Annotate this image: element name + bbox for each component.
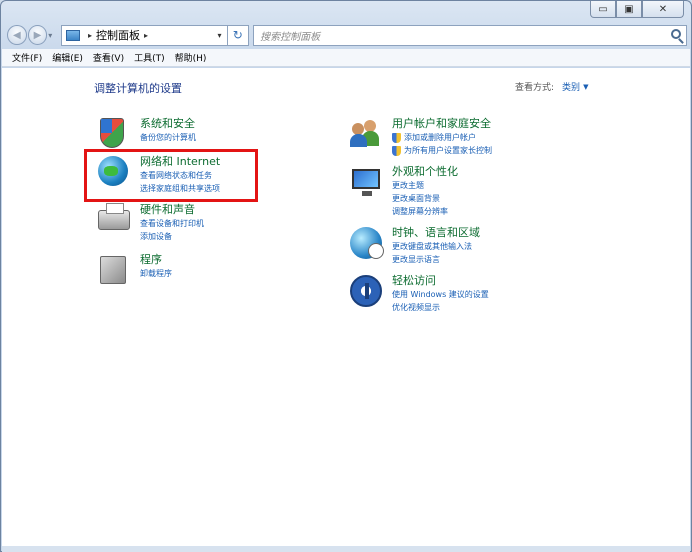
category-title[interactable]: 用户帐户和家庭安全 xyxy=(392,116,492,131)
close-button[interactable]: ✕ xyxy=(642,1,684,18)
maximize-button[interactable]: ▣ xyxy=(616,1,642,18)
recent-pages-dropdown[interactable]: ▾ xyxy=(48,31,58,40)
clock-globe-icon[interactable] xyxy=(348,225,384,261)
breadcrumb-control-panel[interactable]: 控制面板 xyxy=(96,27,140,43)
link-add-remove-accounts[interactable]: 添加或删除用户帐户 xyxy=(392,131,492,144)
link-recommended-settings[interactable]: 使用 Windows 建议的设置 xyxy=(392,288,489,301)
uac-shield-icon xyxy=(392,132,401,143)
view-by: 查看方式: 类别 ▼ xyxy=(515,80,588,94)
control-panel-icon xyxy=(66,29,81,41)
category-hardware-sound: 硬件和声音 查看设备和打印机 添加设备 xyxy=(96,202,204,243)
menu-tools[interactable]: 工具(T) xyxy=(134,51,165,64)
category-clock-language: 时钟、语言和区域 更改键盘或其他输入法 更改显示语言 xyxy=(348,225,480,266)
link-optimize-display[interactable]: 优化视频显示 xyxy=(392,301,489,314)
address-dropdown-icon[interactable]: ▾ xyxy=(218,31,222,40)
category-title[interactable]: 轻松访问 xyxy=(392,273,489,288)
users-icon[interactable] xyxy=(348,116,384,152)
menu-bar: 文件(F) 编辑(E) 查看(V) 工具(T) 帮助(H) xyxy=(2,49,690,67)
highlight-box xyxy=(84,149,258,202)
refresh-button[interactable]: ↻ xyxy=(227,24,250,46)
bottom-border xyxy=(2,546,690,552)
link-change-background[interactable]: 更改桌面背景 xyxy=(392,192,458,205)
category-title[interactable]: 系统和安全 xyxy=(140,116,196,131)
search-input[interactable]: 搜索控制面板 xyxy=(253,24,687,46)
link-uninstall[interactable]: 卸载程序 xyxy=(140,267,172,280)
link-text[interactable]: 添加或删除用户帐户 xyxy=(404,131,476,144)
category-title[interactable]: 硬件和声音 xyxy=(140,202,204,217)
monitor-icon[interactable] xyxy=(348,164,384,200)
view-by-dropdown[interactable]: 类别 xyxy=(562,80,580,93)
category-title[interactable]: 外观和个性化 xyxy=(392,164,458,179)
dropdown-arrow-icon[interactable]: ▼ xyxy=(583,83,588,91)
category-ease-of-access: 轻松访问 使用 Windows 建议的设置 优化视频显示 xyxy=(348,273,489,314)
link-backup[interactable]: 备份您的计算机 xyxy=(140,131,196,144)
uac-shield-icon xyxy=(392,145,401,156)
accessibility-icon[interactable] xyxy=(348,273,384,309)
menu-file[interactable]: 文件(F) xyxy=(12,51,42,64)
breadcrumb-separator[interactable]: ▸ xyxy=(144,31,148,40)
category-user-accounts: 用户帐户和家庭安全 添加或删除用户帐户 为所有用户设置家长控制 xyxy=(348,116,492,157)
link-devices-printers[interactable]: 查看设备和打印机 xyxy=(140,217,204,230)
breadcrumb-separator[interactable]: ▸ xyxy=(88,31,92,40)
link-parental-controls[interactable]: 为所有用户设置家长控制 xyxy=(392,144,492,157)
link-change-theme[interactable]: 更改主题 xyxy=(392,179,458,192)
menu-help[interactable]: 帮助(H) xyxy=(175,51,207,64)
link-text[interactable]: 为所有用户设置家长控制 xyxy=(404,144,492,157)
view-by-label: 查看方式: xyxy=(515,83,555,93)
address-bar[interactable]: ▸ 控制面板 ▸ ▾ xyxy=(61,24,228,46)
caption-buttons: ▭ ▣ ✕ xyxy=(590,1,684,18)
category-appearance: 外观和个性化 更改主题 更改桌面背景 调整屏幕分辨率 xyxy=(348,164,458,218)
menu-edit[interactable]: 编辑(E) xyxy=(52,51,83,64)
shield-icon[interactable] xyxy=(96,116,132,152)
control-panel-window: ▭ ▣ ✕ ◀ ▶ ▾ ▸ 控制面板 ▸ ▾ ↻ 搜索控制面板 文件(F) 编辑… xyxy=(0,0,692,552)
back-button[interactable]: ◀ xyxy=(7,25,27,45)
minimize-button[interactable]: ▭ xyxy=(590,1,616,18)
content-pane: 调整计算机的设置 查看方式: 类别 ▼ 系统和安全 备份您的计算机 网络和 In… xyxy=(2,68,690,546)
category-system-security: 系统和安全 备份您的计算机 xyxy=(96,116,196,152)
category-programs: 程序 卸载程序 xyxy=(96,252,172,288)
page-title: 调整计算机的设置 xyxy=(94,82,182,95)
search-icon[interactable] xyxy=(671,28,681,39)
search-placeholder: 搜索控制面板 xyxy=(260,31,321,43)
printer-icon[interactable] xyxy=(96,202,132,238)
forward-button[interactable]: ▶ xyxy=(27,25,48,45)
link-add-device[interactable]: 添加设备 xyxy=(140,230,204,243)
category-title[interactable]: 时钟、语言和区域 xyxy=(392,225,480,240)
menu-view[interactable]: 查看(V) xyxy=(93,51,124,64)
link-keyboard-input[interactable]: 更改键盘或其他输入法 xyxy=(392,240,480,253)
category-title[interactable]: 程序 xyxy=(140,252,172,267)
link-display-language[interactable]: 更改显示语言 xyxy=(392,253,480,266)
navigation-row: ◀ ▶ ▾ ▸ 控制面板 ▸ ▾ ↻ 搜索控制面板 xyxy=(7,23,687,47)
programs-box-icon[interactable] xyxy=(96,252,132,288)
link-screen-resolution[interactable]: 调整屏幕分辨率 xyxy=(392,205,458,218)
